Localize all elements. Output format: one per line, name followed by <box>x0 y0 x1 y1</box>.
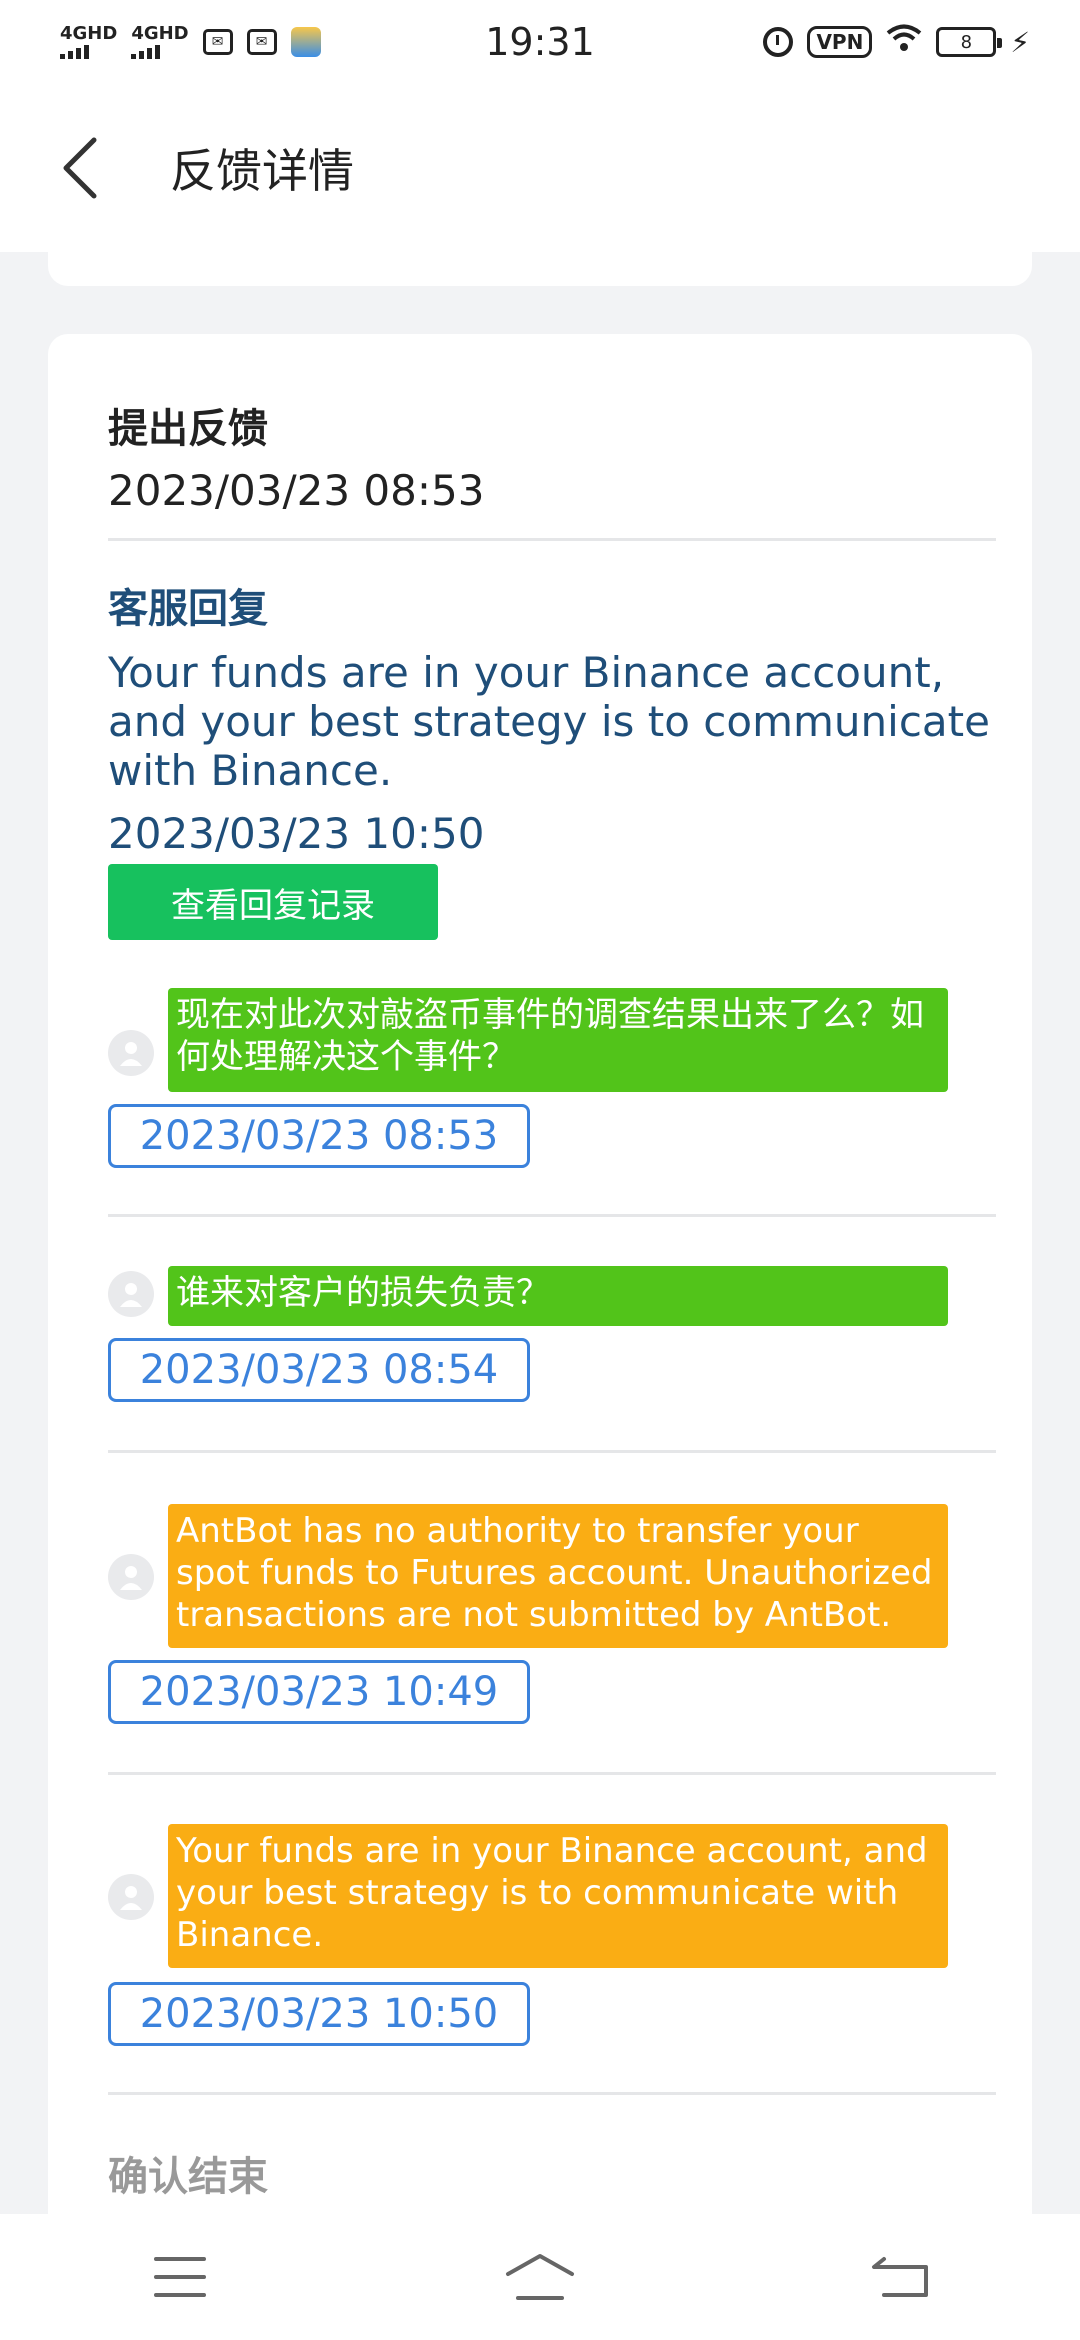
list-item: 谁来对客户的损失负责？ <box>108 1266 996 1336</box>
home-button[interactable] <box>470 2227 610 2327</box>
signal-1-icon: 4GHD <box>60 25 117 59</box>
battery-level: 8 <box>960 31 973 53</box>
divider <box>108 1450 996 1453</box>
divider <box>108 538 996 541</box>
message-bubble: Your funds are in your Binance account, … <box>168 1824 948 1968</box>
back-button[interactable] <box>60 113 170 223</box>
divider <box>108 1214 996 1217</box>
charging-icon: ⚡ <box>1010 25 1030 59</box>
divider <box>108 1772 996 1775</box>
feedback-section: 提出反馈 2023/03/23 08:53 <box>108 396 996 515</box>
app-notification-icon <box>290 27 321 57</box>
back-arrow-icon <box>872 2257 928 2297</box>
reply-body: Your funds are in your Binance account, … <box>108 648 990 795</box>
feedback-card: 提出反馈 2023/03/23 08:53 客服回复 Your funds ar… <box>48 334 1032 2340</box>
mail-icon-2: ✉ <box>246 29 277 55</box>
system-nav-bar <box>0 2214 1080 2340</box>
avatar-icon <box>108 1554 154 1600</box>
feedback-title: 提出反馈 <box>108 406 268 452</box>
message-time-box: 2023/03/23 10:49 <box>108 1660 530 1724</box>
list-item: Your funds are in your Binance account, … <box>108 1824 996 1970</box>
back-nav-button[interactable] <box>830 2227 970 2327</box>
avatar-icon <box>108 1271 154 1317</box>
message-bubble: AntBot has no authority to transfer your… <box>168 1504 948 1648</box>
feedback-time: 2023/03/23 08:53 <box>108 466 485 515</box>
view-reply-record-button[interactable]: 查看回复记录 <box>108 864 438 940</box>
alarm-icon <box>763 27 794 57</box>
wifi-icon <box>886 23 922 61</box>
menu-button[interactable] <box>110 2227 250 2327</box>
divider <box>108 2092 996 2095</box>
menu-icon <box>154 2257 206 2297</box>
chevron-left-icon <box>63 137 97 199</box>
list-item: 现在对此次对敲盗币事件的调查结果出来了么？如何处理解决这个事件？ <box>108 988 996 1118</box>
message-bubble: 谁来对客户的损失负责？ <box>168 1266 948 1326</box>
reply-section: 客服回复 Your funds are in your Binance acco… <box>108 576 996 858</box>
message-time-box: 2023/03/23 08:54 <box>108 1338 530 1402</box>
message-time-box: 2023/03/23 08:53 <box>108 1104 530 1168</box>
vpn-badge: VPN <box>807 26 873 58</box>
message-time-box: 2023/03/23 10:50 <box>108 1982 530 2046</box>
signal-2-icon: 4GHD <box>131 23 189 59</box>
network-type-2: 4GHD <box>131 23 189 44</box>
reply-title: 客服回复 <box>108 586 268 632</box>
network-type-1: 4GHD <box>60 23 118 44</box>
mail-icon: ✉ <box>202 29 233 55</box>
status-left: 4GHD 4GHD ✉ ✉ <box>60 25 321 59</box>
status-bar: 4GHD 4GHD ✉ ✉ 19:31 VPN 8 ⚡ <box>0 0 1080 84</box>
avatar-icon <box>108 1874 154 1920</box>
message-bubble: 现在对此次对敲盗币事件的调查结果出来了么？如何处理解决这个事件？ <box>168 988 948 1092</box>
home-icon <box>506 2254 574 2300</box>
list-item: AntBot has no authority to transfer your… <box>108 1504 996 1650</box>
status-right: VPN 8 ⚡ <box>763 23 1030 61</box>
reply-time: 2023/03/23 10:50 <box>108 809 485 858</box>
battery-icon: 8 <box>936 27 1003 57</box>
avatar-icon <box>108 1030 154 1076</box>
previous-card-bottom <box>48 252 1032 286</box>
confirm-end-title: 确认结束 <box>108 2154 268 2200</box>
page-title: 反馈详情 <box>170 144 354 198</box>
app-header: 反馈详情 <box>0 84 1080 252</box>
